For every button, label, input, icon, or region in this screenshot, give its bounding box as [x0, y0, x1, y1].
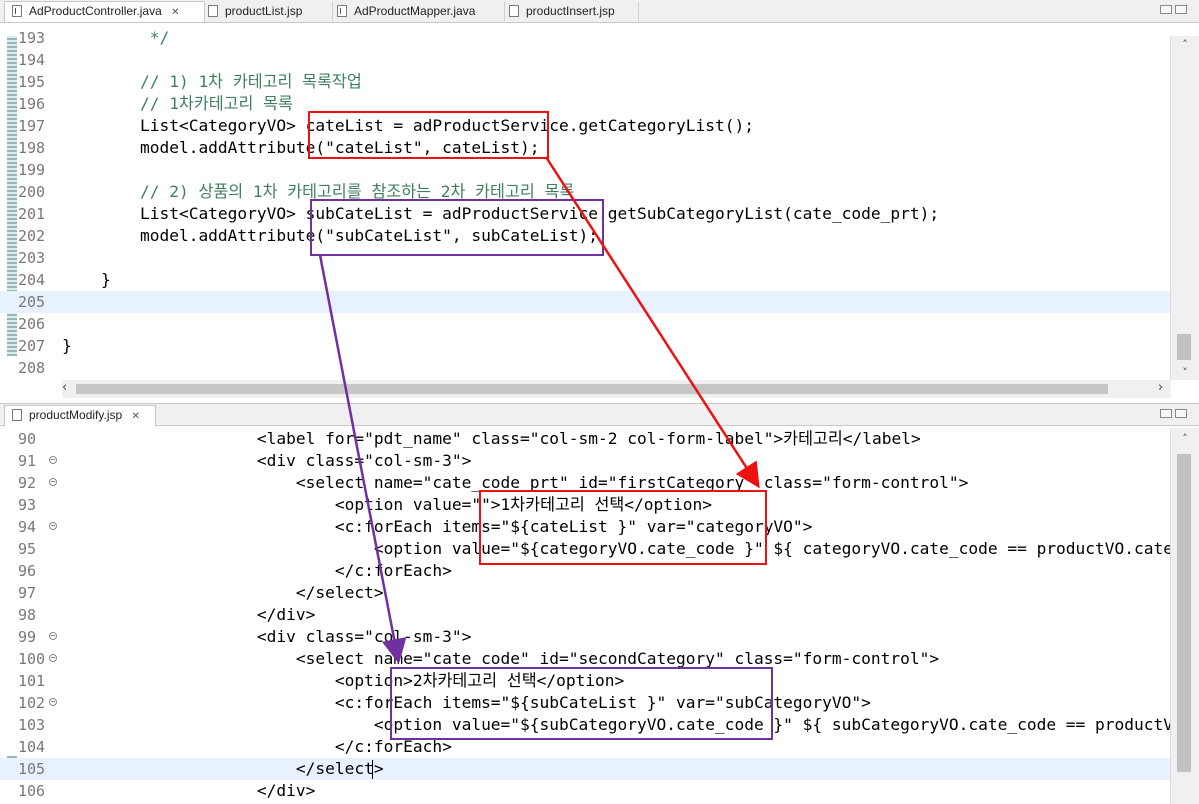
annotation-arrows: [318, 156, 760, 664]
arrow-subcatelist-to-second-category: [318, 254, 407, 664]
arrow-catelist-to-first-category: [544, 156, 760, 489]
